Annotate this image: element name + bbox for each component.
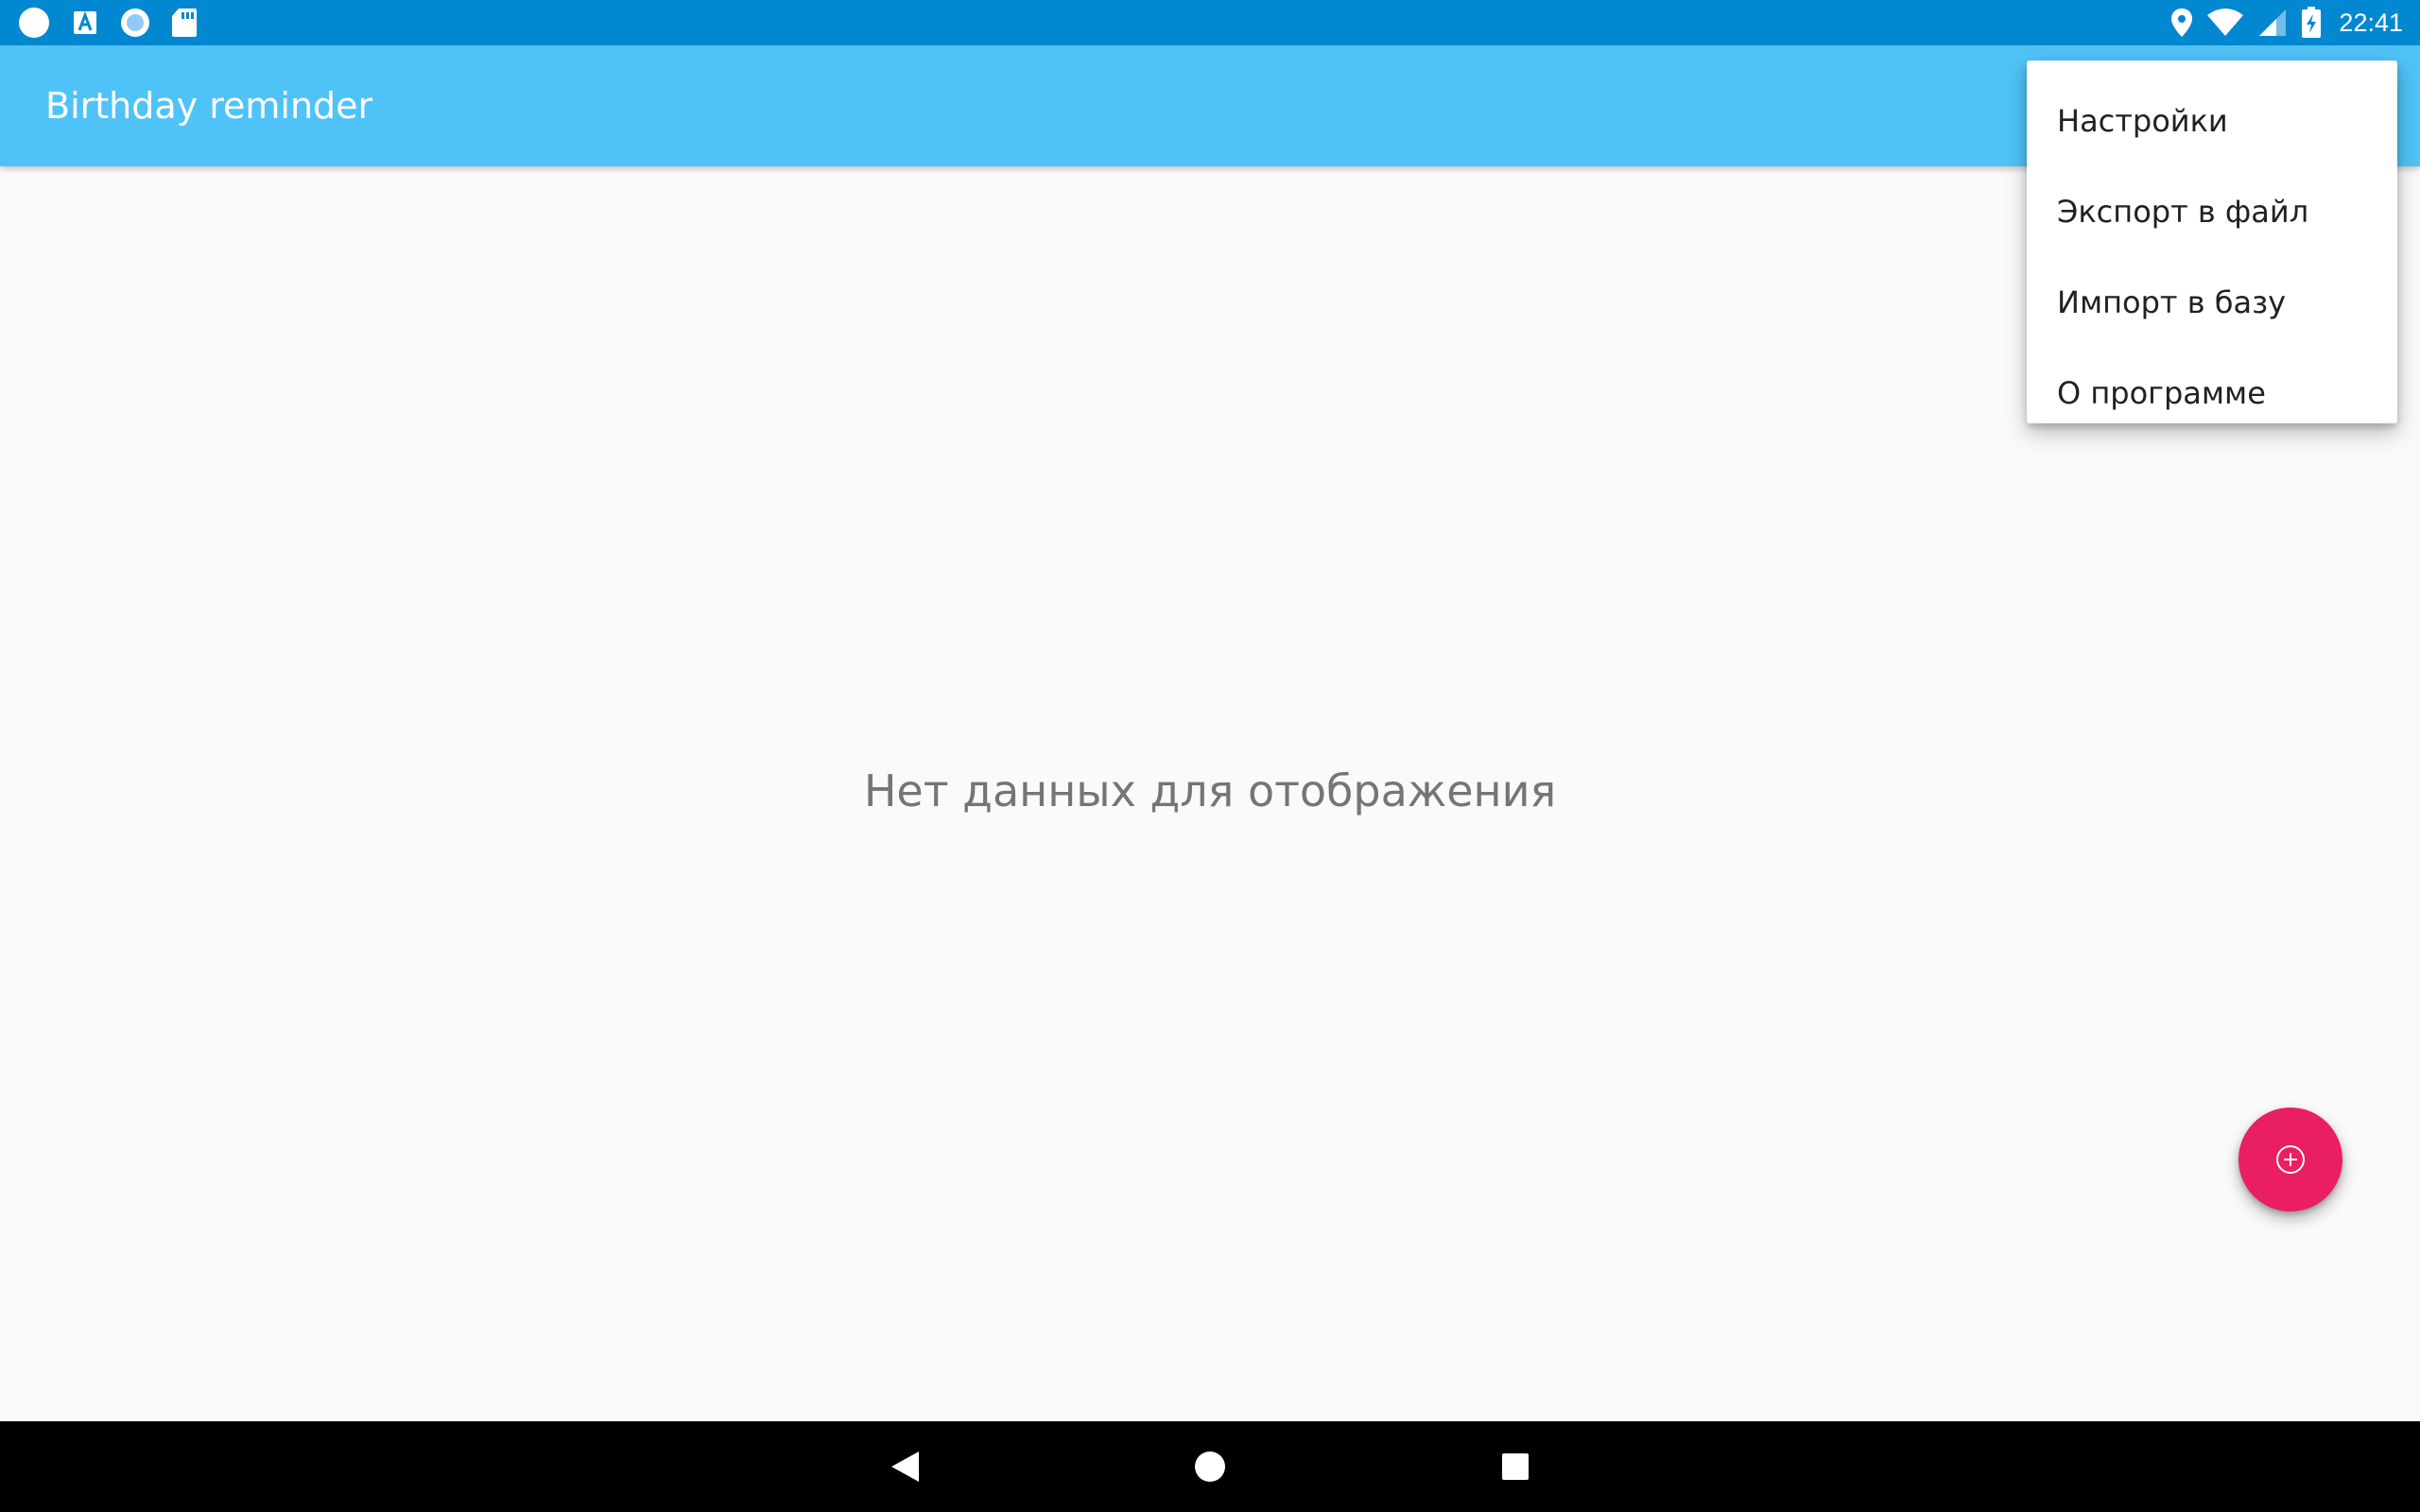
overflow-menu: Настройки Экспорт в файл Импорт в базу О… (2027, 60, 2397, 423)
status-bar-notifications (17, 0, 199, 45)
navigation-bar (0, 1421, 2420, 1512)
add-birthday-fab[interactable] (2238, 1108, 2342, 1211)
battery-charging-icon (2301, 7, 2322, 39)
text-a-icon (70, 8, 100, 38)
menu-item-export[interactable]: Экспорт в файл (2027, 166, 2397, 257)
back-button[interactable] (848, 1421, 961, 1512)
recents-icon (1500, 1452, 1530, 1482)
menu-item-settings[interactable]: Настройки (2027, 76, 2397, 166)
add-circle-icon (2274, 1143, 2307, 1176)
status-clock: 22:41 (2339, 8, 2403, 37)
cell-signal-icon (2257, 8, 2288, 38)
menu-item-about[interactable]: О программе (2027, 348, 2397, 438)
home-button[interactable] (1153, 1421, 1267, 1512)
record-icon (119, 7, 151, 39)
wifi-icon (2206, 8, 2244, 38)
menu-item-import[interactable]: Импорт в базу (2027, 257, 2397, 348)
location-icon (2170, 8, 2193, 38)
circle-notification-icon (17, 6, 51, 40)
status-bar: 22:41 (0, 0, 2420, 45)
app-title: Birthday reminder (45, 85, 373, 127)
status-bar-system: 22:41 (2170, 0, 2403, 45)
sd-card-icon (170, 7, 199, 39)
empty-state-message: Нет данных для отображения (863, 765, 1557, 816)
back-icon (889, 1450, 921, 1484)
home-icon (1193, 1450, 1227, 1484)
recents-button[interactable] (1459, 1421, 1572, 1512)
